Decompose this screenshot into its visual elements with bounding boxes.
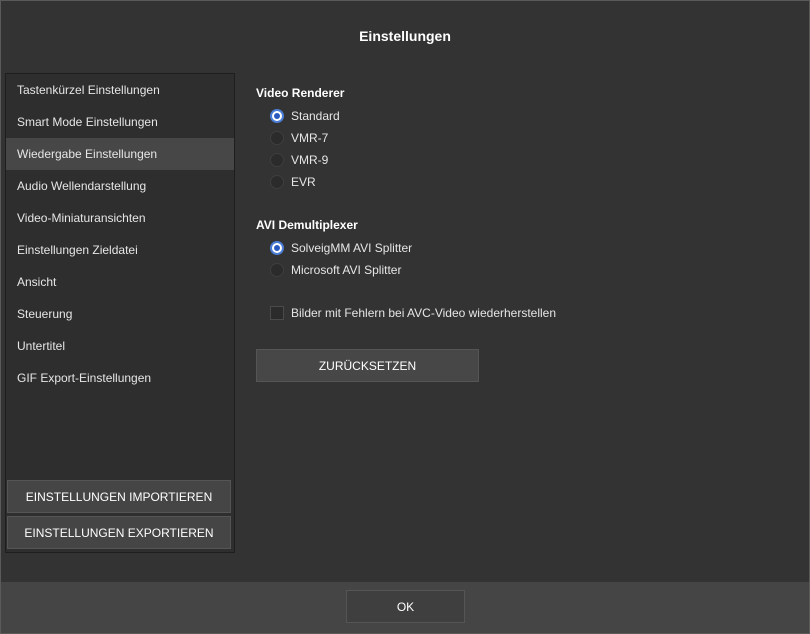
- sidebar-item-playback[interactable]: Wiedergabe Einstellungen: [6, 138, 234, 170]
- settings-sidebar: Tastenkürzel Einstellungen Smart Mode Ei…: [5, 73, 235, 553]
- radio-button[interactable]: [270, 153, 284, 167]
- sidebar-item-gif-export[interactable]: GIF Export-Einstellungen: [6, 362, 234, 394]
- radio-button-checked[interactable]: [270, 241, 284, 255]
- repair-avc-checkbox[interactable]: [270, 306, 284, 320]
- ok-button[interactable]: OK: [346, 590, 465, 623]
- radio-button[interactable]: [270, 263, 284, 277]
- renderer-option-evr[interactable]: EVR: [270, 174, 316, 190]
- radio-button-checked[interactable]: [270, 109, 284, 123]
- radio-button[interactable]: [270, 131, 284, 145]
- settings-dialog: Einstellungen Tastenkürzel Einstellungen…: [0, 0, 810, 634]
- sidebar-item-controls[interactable]: Steuerung: [6, 298, 234, 330]
- reset-button[interactable]: ZURÜCKSETZEN: [256, 349, 479, 382]
- renderer-option-standard[interactable]: Standard: [270, 108, 340, 124]
- dialog-title: Einstellungen: [359, 28, 451, 44]
- sidebar-item-view[interactable]: Ansicht: [6, 266, 234, 298]
- sidebar-item-output-file[interactable]: Einstellungen Zieldatei: [6, 234, 234, 266]
- sidebar-item-shortcuts[interactable]: Tastenkürzel Einstellungen: [6, 74, 234, 106]
- radio-button[interactable]: [270, 175, 284, 189]
- radio-label: VMR-9: [291, 153, 329, 167]
- checkbox-label: Bilder mit Fehlern bei AVC-Video wiederh…: [291, 306, 557, 320]
- radio-label: Standard: [291, 109, 340, 123]
- repair-avc-option[interactable]: Bilder mit Fehlern bei AVC-Video wiederh…: [270, 305, 556, 321]
- import-settings-button[interactable]: EINSTELLUNGEN IMPORTIEREN: [7, 480, 231, 513]
- sidebar-item-subtitles[interactable]: Untertitel: [6, 330, 234, 362]
- radio-label: SolveigMM AVI Splitter: [291, 241, 413, 255]
- sidebar-item-video-thumbnails[interactable]: Video-Miniaturansichten: [6, 202, 234, 234]
- sidebar-item-audio-waveform[interactable]: Audio Wellendarstellung: [6, 170, 234, 202]
- renderer-option-vmr7[interactable]: VMR-7: [270, 130, 328, 146]
- avi-demultiplexer-heading: AVI Demultiplexer: [256, 218, 358, 232]
- demux-option-microsoft[interactable]: Microsoft AVI Splitter: [270, 262, 401, 278]
- renderer-option-vmr9[interactable]: VMR-9: [270, 152, 328, 168]
- radio-label: VMR-7: [291, 131, 329, 145]
- export-settings-button[interactable]: EINSTELLUNGEN EXPORTIEREN: [7, 516, 231, 549]
- radio-label: Microsoft AVI Splitter: [291, 263, 402, 277]
- video-renderer-heading: Video Renderer: [256, 86, 345, 100]
- sidebar-item-smart-mode[interactable]: Smart Mode Einstellungen: [6, 106, 234, 138]
- radio-label: EVR: [291, 175, 316, 189]
- dialog-footer: OK: [1, 582, 809, 633]
- demux-option-solveigmm[interactable]: SolveigMM AVI Splitter: [270, 240, 412, 256]
